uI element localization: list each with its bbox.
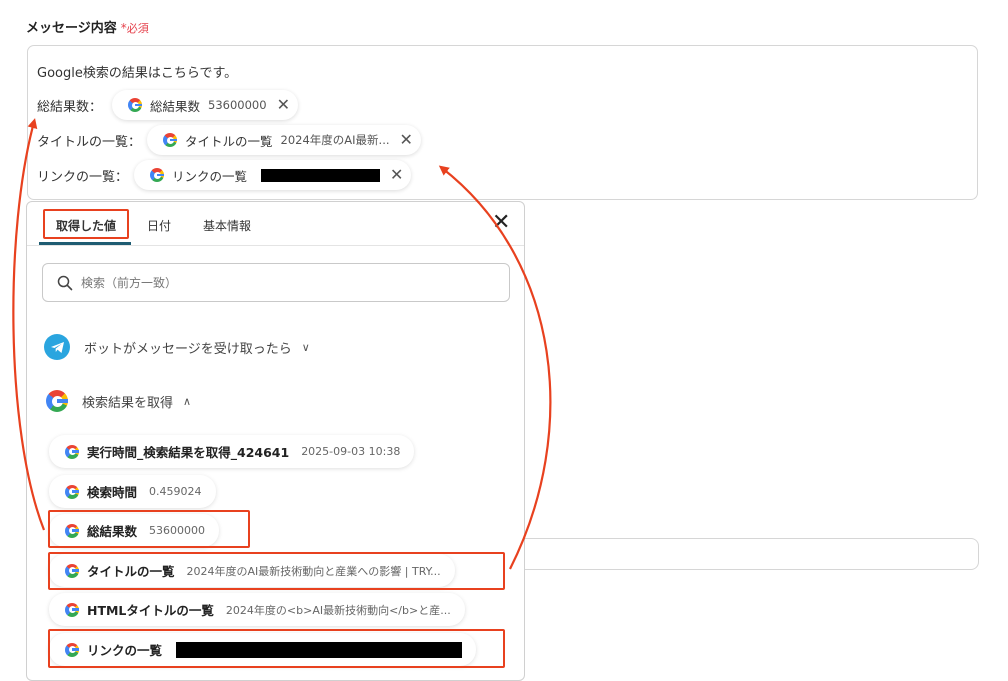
annotation-arrows [12,118,552,570]
arrow-to-title-list [438,165,552,570]
arrow-to-total-results [12,118,46,531]
